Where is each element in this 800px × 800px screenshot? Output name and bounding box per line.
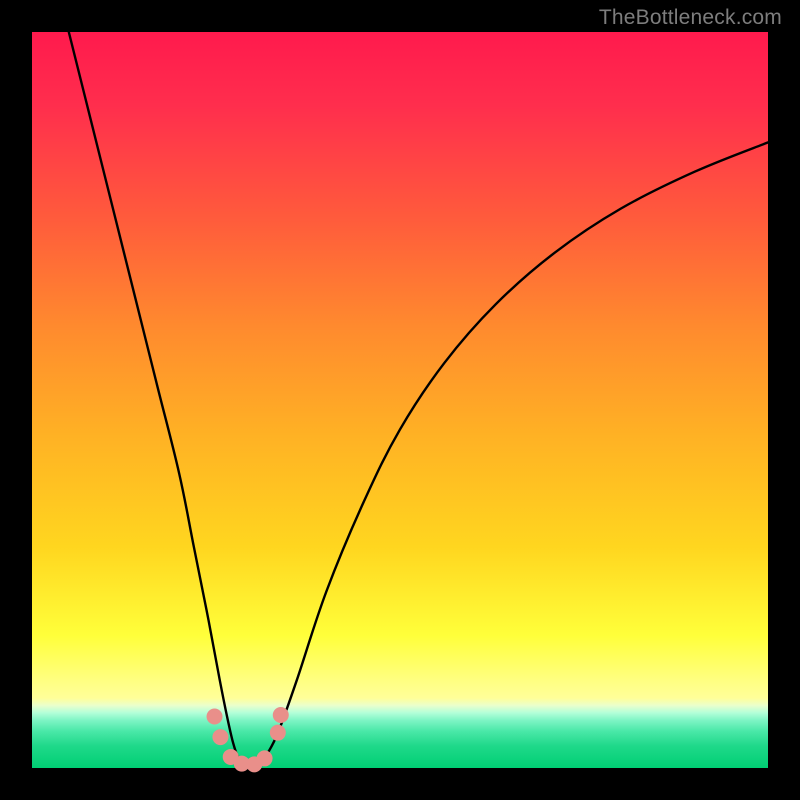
curve-marker [257,750,273,766]
watermark-text: TheBottleneck.com [599,6,782,30]
chart-frame: TheBottleneck.com [0,0,800,800]
curve-marker [273,707,289,723]
curve-markers [207,707,289,772]
bottleneck-curve [69,32,768,766]
curve-marker [212,729,228,745]
plot-area [32,32,768,768]
curve-marker [270,725,286,741]
curve-marker [207,708,223,724]
curve-layer [32,32,768,768]
